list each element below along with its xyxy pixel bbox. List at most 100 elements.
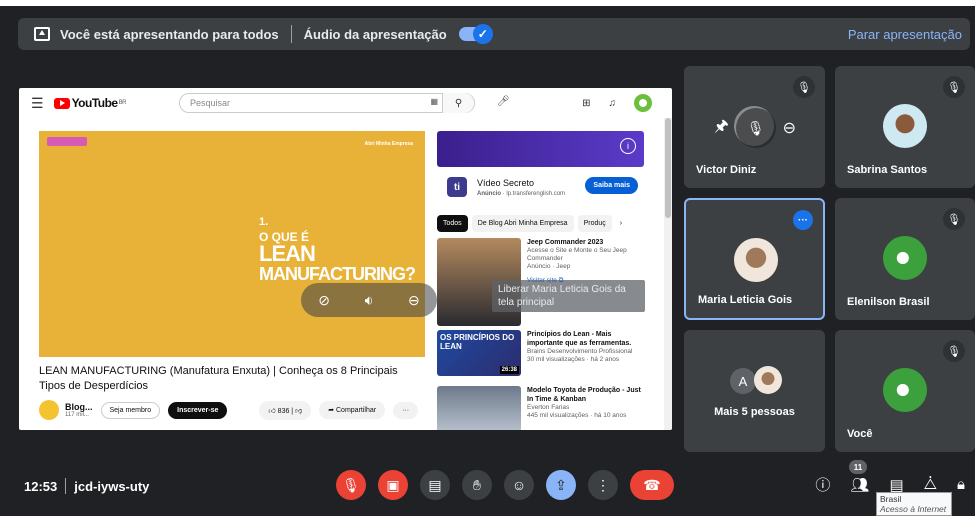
- ad-advertiser: lp.transferenglish.com: [506, 190, 566, 197]
- more-actions-button[interactable]: ···: [393, 401, 419, 419]
- create-icon[interactable]: ⊞: [582, 98, 590, 109]
- youtube-play-icon: [53, 97, 70, 109]
- more-participants-tile[interactable]: A Mais 5 pessoas: [684, 330, 825, 452]
- participant-name: Elenilson Brasil: [847, 296, 930, 308]
- audio-label: Áudio da apresentação: [303, 26, 447, 42]
- advertiser-logo: ti: [447, 177, 467, 197]
- recommendation-channel: Everton Farias: [527, 404, 570, 411]
- account-avatar[interactable]: [634, 94, 652, 112]
- share-icon: ➦: [328, 407, 336, 414]
- filter-chips: Todos De Blog Abri Minha Empresa Produç …: [437, 215, 644, 232]
- ad-text: Vídeo Secreto Anúncio · lp.transferengli…: [477, 178, 565, 197]
- meeting-code: jcd-iyws-uty: [74, 478, 150, 494]
- recommendation-thumbnail: OS PRINCÍPIOS DO LEAN 26:38: [437, 330, 521, 376]
- camera-off-icon[interactable]: ▣: [378, 470, 408, 500]
- shared-screen: ☰ YouTube BR Pesquisar ▦ ⚲ 🎤︎ ⊞ ♫ Abri Mi…: [19, 88, 672, 430]
- end-call-icon[interactable]: ☎: [630, 470, 674, 500]
- captions-icon[interactable]: ▤: [420, 470, 450, 500]
- remove-icon[interactable]: ⊖: [783, 118, 796, 138]
- video-duration: 26:38: [499, 366, 519, 374]
- avatar: [883, 104, 927, 148]
- ad-cta-button[interactable]: Saiba mais: [585, 177, 638, 194]
- mute-participant-icon[interactable]: 🎙︎: [735, 108, 776, 148]
- thumbs-down-icon: 👎︎: [295, 407, 303, 415]
- avatar: [883, 236, 927, 280]
- recommendation-line1: Acesse o Site e Monte o Seu Jeep: [527, 247, 627, 254]
- video-overlay-title: 1. O QUE É LEAN MANUFACTURING?: [259, 213, 416, 284]
- recommendation-channel: Brains Desenvolvimento Profissional: [527, 348, 633, 355]
- emoji-icon[interactable]: ☺: [504, 470, 534, 500]
- menu-icon[interactable]: ☰: [31, 95, 44, 112]
- channel-avatar[interactable]: [39, 400, 59, 420]
- chip-all[interactable]: Todos: [437, 215, 468, 232]
- recommendation-info: Princípios do Lean - Mais importante que…: [521, 330, 644, 380]
- scrollbar-thumb[interactable]: [665, 118, 671, 218]
- divider: [65, 478, 67, 494]
- participant-tile[interactable]: 🎙︎ Sabrina Santos: [835, 66, 975, 188]
- info-icon[interactable]: i: [620, 138, 636, 154]
- youtube-region: BR: [118, 100, 127, 106]
- tile-hover-controls: ⊘ 🔉︎ ⊖: [301, 283, 437, 317]
- participant-tile[interactable]: 🎙︎ Elenilson Brasil: [835, 198, 975, 320]
- remove-icon[interactable]: ⊖: [408, 292, 420, 309]
- chip-production[interactable]: Produç: [577, 215, 612, 232]
- present-now-icon[interactable]: ⇪: [546, 470, 576, 500]
- thumbnail-text: OS PRINCÍPIOS DO LEAN: [440, 333, 515, 351]
- audio-toggle[interactable]: ✓: [458, 24, 493, 44]
- channel-info: Blog... 117 mil...: [65, 402, 93, 418]
- recommendation-line2: Commander: [527, 255, 563, 262]
- participant-name: Maria Leticia Gois: [698, 294, 793, 306]
- bell-icon[interactable]: ♫: [609, 98, 617, 109]
- more-options-icon[interactable]: ···: [793, 210, 813, 230]
- present-screen-icon: [34, 27, 50, 41]
- youtube-logo[interactable]: YouTube BR: [53, 96, 127, 110]
- join-button[interactable]: Seja membro: [100, 401, 161, 419]
- more-options-icon[interactable]: ⋮: [588, 470, 618, 500]
- pin-icon[interactable]: 🖈︎: [714, 115, 729, 142]
- page-scrollbar[interactable]: [664, 118, 672, 430]
- info-icon[interactable]: ⓘ: [815, 474, 830, 495]
- stop-presentation-button[interactable]: Parar apresentação: [848, 27, 962, 42]
- participant-tile[interactable]: 🖈︎ 🎙︎ ⊖ 🎙︎ Victor Diniz: [684, 66, 825, 188]
- participant-name: Você: [847, 428, 873, 440]
- like-button[interactable]: 👍︎ 836 | 👎︎: [259, 400, 312, 420]
- ad-row: ti Vídeo Secreto Anúncio · lp.transferen…: [437, 167, 644, 207]
- call-controls: 🎙︎ ▣ ▤ ✋︎ ☺ ⇪ ⋮ ☎: [336, 470, 674, 500]
- mic-off-icon[interactable]: 🎙︎: [336, 470, 366, 500]
- people-count-badge: 11: [849, 460, 867, 474]
- recommendation-title: Modelo Toyota de Produção - Just In Time…: [527, 387, 641, 403]
- youtube-search-input[interactable]: Pesquisar ▦ ⚲: [179, 93, 475, 113]
- avatar: [754, 366, 782, 394]
- recommendation-title: Jeep Commander 2023: [527, 239, 604, 246]
- ad-banner[interactable]: i: [437, 131, 644, 167]
- presenting-text: Você está apresentando para todos: [60, 26, 279, 42]
- recommendation-item[interactable]: OS PRINCÍPIOS DO LEAN 26:38 Princípios do…: [437, 330, 644, 380]
- unpin-icon[interactable]: ⊘: [318, 292, 330, 309]
- activities-icon[interactable]: ⧊: [924, 476, 937, 493]
- video-player[interactable]: Abri Minha Empresa 1. O QUE É LEAN MANUF…: [39, 131, 437, 357]
- subscribe-button[interactable]: Inscrever-se: [168, 401, 228, 419]
- mic-icon[interactable]: 🎤︎: [497, 96, 510, 107]
- share-button[interactable]: ➦ Compartilhar: [319, 401, 386, 419]
- avatar: [883, 368, 927, 412]
- recommendation-item[interactable]: Modelo Toyota de Produção - Just In Time…: [437, 386, 644, 430]
- participant-name: Victor Diniz: [696, 164, 757, 176]
- chat-icon[interactable]: ▤: [889, 476, 903, 494]
- unpin-tooltip: Liberar Maria Leticia Gois da tela princ…: [492, 280, 645, 312]
- chip-channel[interactable]: De Blog Abri Minha Empresa: [471, 215, 574, 232]
- people-icon[interactable]: 👥︎: [850, 476, 869, 494]
- volume-icon[interactable]: 🔉︎: [365, 292, 374, 309]
- raise-hand-icon[interactable]: ✋︎: [462, 470, 492, 500]
- search-icon[interactable]: ⚲: [442, 93, 474, 113]
- overlay-line3: MANUFACTURING?: [259, 264, 416, 284]
- self-tile[interactable]: 🎙︎ Você: [835, 330, 975, 452]
- like-count: 836: [277, 407, 290, 415]
- channel-name[interactable]: Blog...: [65, 402, 93, 412]
- keyboard-icon[interactable]: ▦: [430, 97, 438, 106]
- chevron-right-icon[interactable]: ›: [620, 220, 622, 227]
- muted-mic-icon: 🎙︎: [943, 208, 965, 230]
- ad-title[interactable]: Vídeo Secreto: [477, 178, 565, 188]
- participant-tile[interactable]: ··· Maria Leticia Gois: [684, 198, 825, 320]
- host-controls-icon[interactable]: 🔒︎: [957, 476, 965, 493]
- youtube-header-actions: ⊞ ♫: [582, 94, 652, 112]
